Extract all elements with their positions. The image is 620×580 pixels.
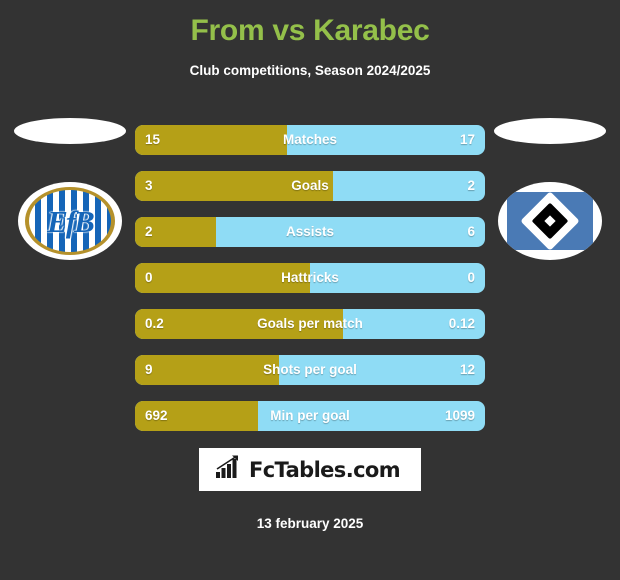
stat-label: Goals bbox=[291, 178, 329, 193]
stat-label: Hattricks bbox=[281, 270, 339, 285]
header: From vs Karabec Club competitions, Seaso… bbox=[0, 0, 620, 80]
stat-row: 15 Matches 17 bbox=[135, 125, 485, 155]
stat-label: Shots per goal bbox=[263, 362, 357, 377]
hamburger-sv-crest-icon bbox=[498, 182, 602, 260]
footer: FcTables.com 13 february 2025 bbox=[0, 448, 620, 533]
away-player-photo-placeholder bbox=[494, 118, 606, 144]
away-team-crest[interactable] bbox=[498, 182, 602, 260]
home-team-crest[interactable]: EfB bbox=[18, 182, 122, 260]
stat-label: Goals per match bbox=[257, 316, 363, 331]
stat-label: Min per goal bbox=[270, 408, 350, 423]
away-team-badge-column bbox=[480, 118, 620, 260]
stat-away-value: 0 bbox=[467, 270, 475, 285]
stat-away-value: 0.12 bbox=[448, 316, 475, 331]
stat-row: 0 Hattricks 0 bbox=[135, 263, 485, 293]
stat-away-value: 12 bbox=[459, 362, 475, 377]
logo-text: FcTables.com bbox=[248, 457, 401, 482]
bar-chart-arrow-icon bbox=[215, 455, 242, 484]
stat-away-value: 17 bbox=[459, 132, 475, 147]
stat-away-value: 1099 bbox=[444, 408, 475, 423]
stat-label: Assists bbox=[285, 224, 335, 239]
stat-row: 2 Assists 6 bbox=[135, 217, 485, 247]
page-title: From vs Karabec bbox=[190, 14, 430, 47]
crest-monogram: EfB bbox=[47, 203, 95, 239]
home-player-photo-placeholder bbox=[14, 118, 126, 144]
esbjerg-fb-crest-icon: EfB bbox=[18, 182, 122, 260]
stat-row: 3 Goals 2 bbox=[135, 171, 485, 201]
stat-row: 9 Shots per goal 12 bbox=[135, 355, 485, 385]
stat-away-value: 6 bbox=[467, 224, 475, 239]
stat-away-value: 2 bbox=[467, 178, 475, 193]
stat-row: 0.2 Goals per match 0.12 bbox=[135, 309, 485, 339]
report-date: 13 february 2025 bbox=[256, 516, 364, 531]
fctables-logo[interactable]: FcTables.com bbox=[199, 448, 421, 491]
stats-comparison-page: From vs Karabec Club competitions, Seaso… bbox=[0, 0, 620, 580]
stat-row: 692 Min per goal 1099 bbox=[135, 401, 485, 431]
stat-label: Matches bbox=[282, 132, 338, 147]
stats-bar-list: 15 Matches 17 3 Goals 2 2 Assists 6 0 Hattricks 0 0.… bbox=[135, 125, 485, 447]
page-subtitle: Club competitions, Season 2024/2025 bbox=[189, 63, 431, 78]
home-team-badge-column: EfB bbox=[0, 118, 140, 260]
